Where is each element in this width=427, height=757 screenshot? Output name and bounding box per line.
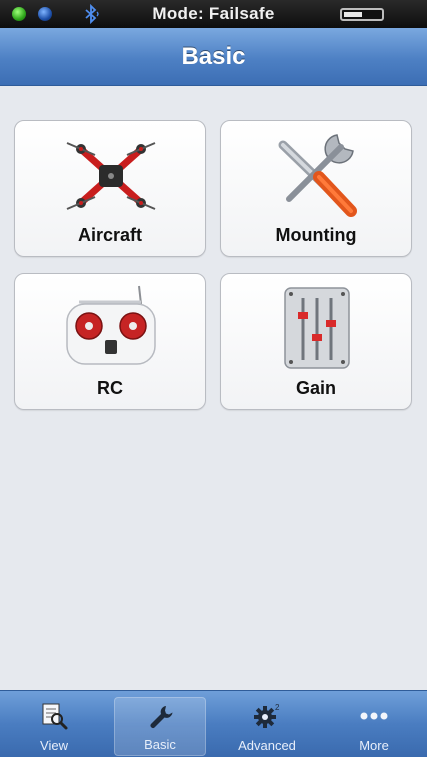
tab-basic[interactable]: Basic bbox=[114, 697, 206, 756]
gear-icon: 2 bbox=[254, 703, 280, 728]
mounting-label: Mounting bbox=[275, 225, 357, 245]
tab-advanced-label: Advanced bbox=[238, 738, 296, 753]
rc-tile[interactable]: RC bbox=[14, 273, 206, 410]
aircraft-tile[interactable]: Aircraft bbox=[14, 120, 206, 257]
tab-view-label: View bbox=[40, 738, 68, 753]
rc-label: RC bbox=[97, 378, 123, 398]
tab-basic-label: Basic bbox=[144, 737, 176, 752]
tab-view[interactable]: View bbox=[8, 697, 100, 756]
aircraft-label: Aircraft bbox=[77, 225, 143, 245]
gain-icon bbox=[284, 287, 350, 369]
tab-bar: View Basic 2 Advanced More bbox=[0, 690, 427, 757]
svg-text:2: 2 bbox=[275, 703, 280, 712]
tab-advanced[interactable]: 2 Advanced bbox=[221, 697, 313, 756]
tab-more[interactable]: More bbox=[328, 697, 420, 756]
wrench-icon bbox=[150, 706, 173, 728]
mounting-icon bbox=[278, 134, 357, 217]
navigation-bar: Basic bbox=[0, 28, 427, 86]
page-title: Basic bbox=[181, 43, 246, 70]
status-bar: Mode: Failsafe bbox=[0, 0, 427, 28]
gain-label: Gain bbox=[295, 378, 336, 398]
mounting-tile[interactable]: Mounting bbox=[220, 120, 412, 257]
gain-tile[interactable]: Gain bbox=[220, 273, 412, 410]
aircraft-icon bbox=[66, 142, 156, 210]
rc-icon bbox=[66, 285, 156, 365]
view-icon bbox=[42, 703, 68, 730]
tab-more-label: More bbox=[359, 738, 389, 753]
battery-icon bbox=[340, 8, 384, 21]
more-icon bbox=[360, 712, 388, 720]
